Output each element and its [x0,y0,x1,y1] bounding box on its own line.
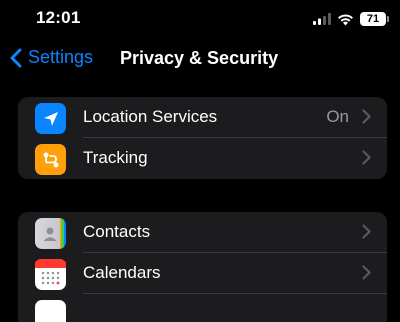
status-icons: 71 [313,10,389,28]
row-location-services[interactable]: Location Services On [18,97,387,138]
status-time: 12:01 [36,8,81,27]
row-label: Tracking [83,148,148,167]
row-label: Contacts [83,222,151,241]
page-title: Privacy & Security [120,48,279,68]
battery-level: 71 [366,13,380,25]
row-label: Location Services [83,107,218,126]
location-arrow-icon [35,103,66,134]
cellular-signal-icon [313,13,331,25]
row-tracking[interactable]: Tracking [18,138,387,179]
chevron-right-icon [362,265,371,280]
row-calendars[interactable]: Calendars [18,253,387,294]
row-label: Calendars [83,263,161,282]
chevron-right-icon [362,109,371,124]
row-partial-next[interactable] [18,294,387,322]
contacts-icon [35,218,66,249]
row-value: On [326,107,349,126]
calendar-icon [35,259,66,290]
status-bar: 12:01 71 [0,0,400,38]
battery-indicator: 71 [360,12,389,26]
navigation-bar: Settings Privacy & Security [0,38,400,82]
chevron-left-icon [10,48,22,67]
settings-group-location: Location Services On Tracking [18,97,387,179]
back-button-label: Settings [28,47,94,67]
tracking-icon [35,144,66,175]
chevron-right-icon [362,150,371,165]
row-contacts[interactable]: Contacts [18,212,387,253]
back-button[interactable]: Settings [10,47,93,68]
chevron-right-icon [362,224,371,239]
app-icon-partial [35,300,66,322]
wifi-icon [338,13,353,25]
